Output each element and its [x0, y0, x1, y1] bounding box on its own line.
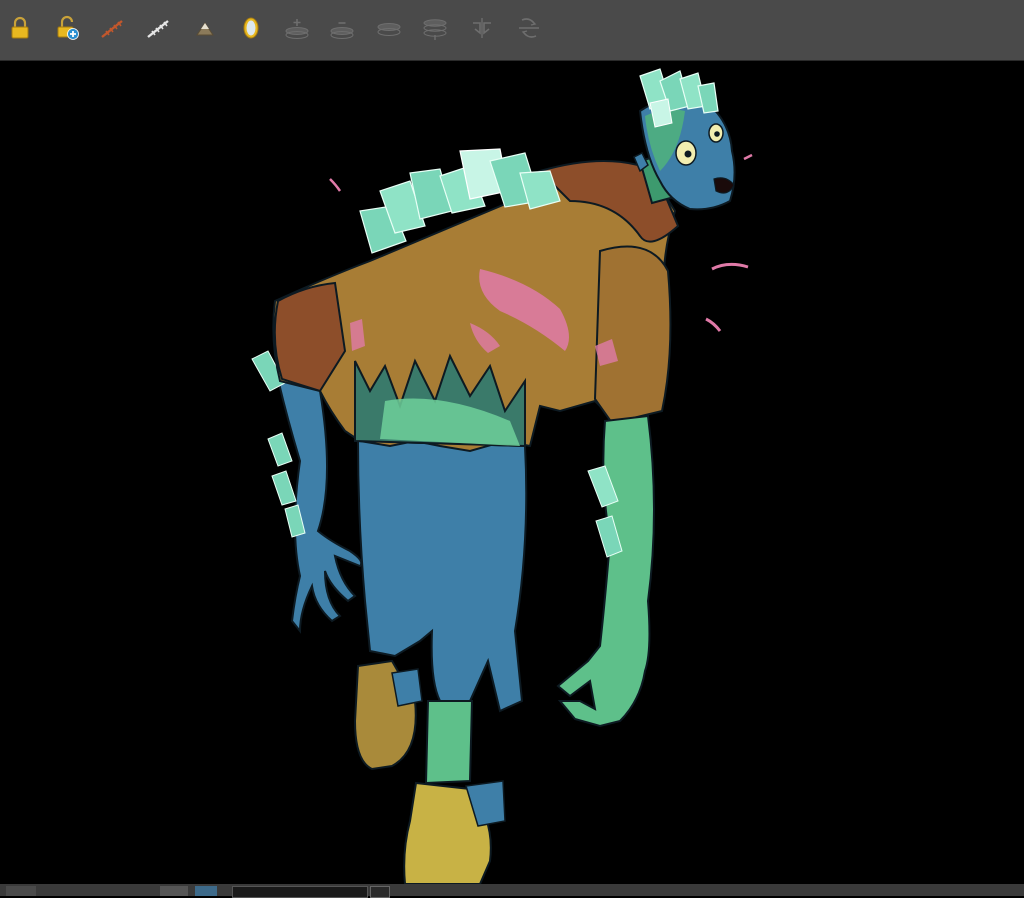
- unlock-add-icon: [57, 15, 79, 40]
- peg-button[interactable]: [190, 13, 220, 43]
- merge-layer-button[interactable]: [374, 13, 404, 43]
- status-lock-icon: [6, 886, 36, 896]
- flip-vertical-button[interactable]: [514, 13, 544, 43]
- status-globe-icon: [195, 886, 217, 896]
- status-button[interactable]: [370, 886, 390, 898]
- lock-button[interactable]: [5, 13, 35, 43]
- add-layer-below-button[interactable]: [327, 13, 357, 43]
- lock-icon: [11, 16, 29, 39]
- onion-skin-white-icon: [147, 20, 169, 38]
- onion-skin-white-button[interactable]: [143, 13, 173, 43]
- zombie-character-artwork: [251, 68, 753, 884]
- add-layer-below-icon: [330, 22, 354, 39]
- status-camera-icon: [160, 886, 188, 896]
- flip-horizontal-button[interactable]: [467, 13, 497, 43]
- flip-horizontal-icon: [473, 18, 491, 38]
- layer-stack-icon: [423, 19, 447, 40]
- onion-skin-red-icon: [101, 20, 123, 38]
- merge-layer-icon: [377, 23, 401, 36]
- drawing-canvas[interactable]: [0, 61, 1024, 884]
- peg-icon: [196, 22, 214, 36]
- layer-toolbar: [0, 0, 1024, 61]
- flip-vertical-icon: [519, 18, 539, 38]
- mirror-icon: [243, 17, 259, 39]
- add-layer-above-icon: [285, 19, 309, 39]
- onion-skin-red-button[interactable]: [97, 13, 127, 43]
- unlock-add-button[interactable]: [52, 13, 82, 43]
- mirror-button[interactable]: [236, 13, 266, 43]
- add-layer-above-button[interactable]: [282, 13, 312, 43]
- status-field[interactable]: [232, 886, 368, 898]
- right-arm: [556, 414, 655, 728]
- layer-stack-button[interactable]: [420, 13, 450, 43]
- status-bar: [0, 884, 1024, 898]
